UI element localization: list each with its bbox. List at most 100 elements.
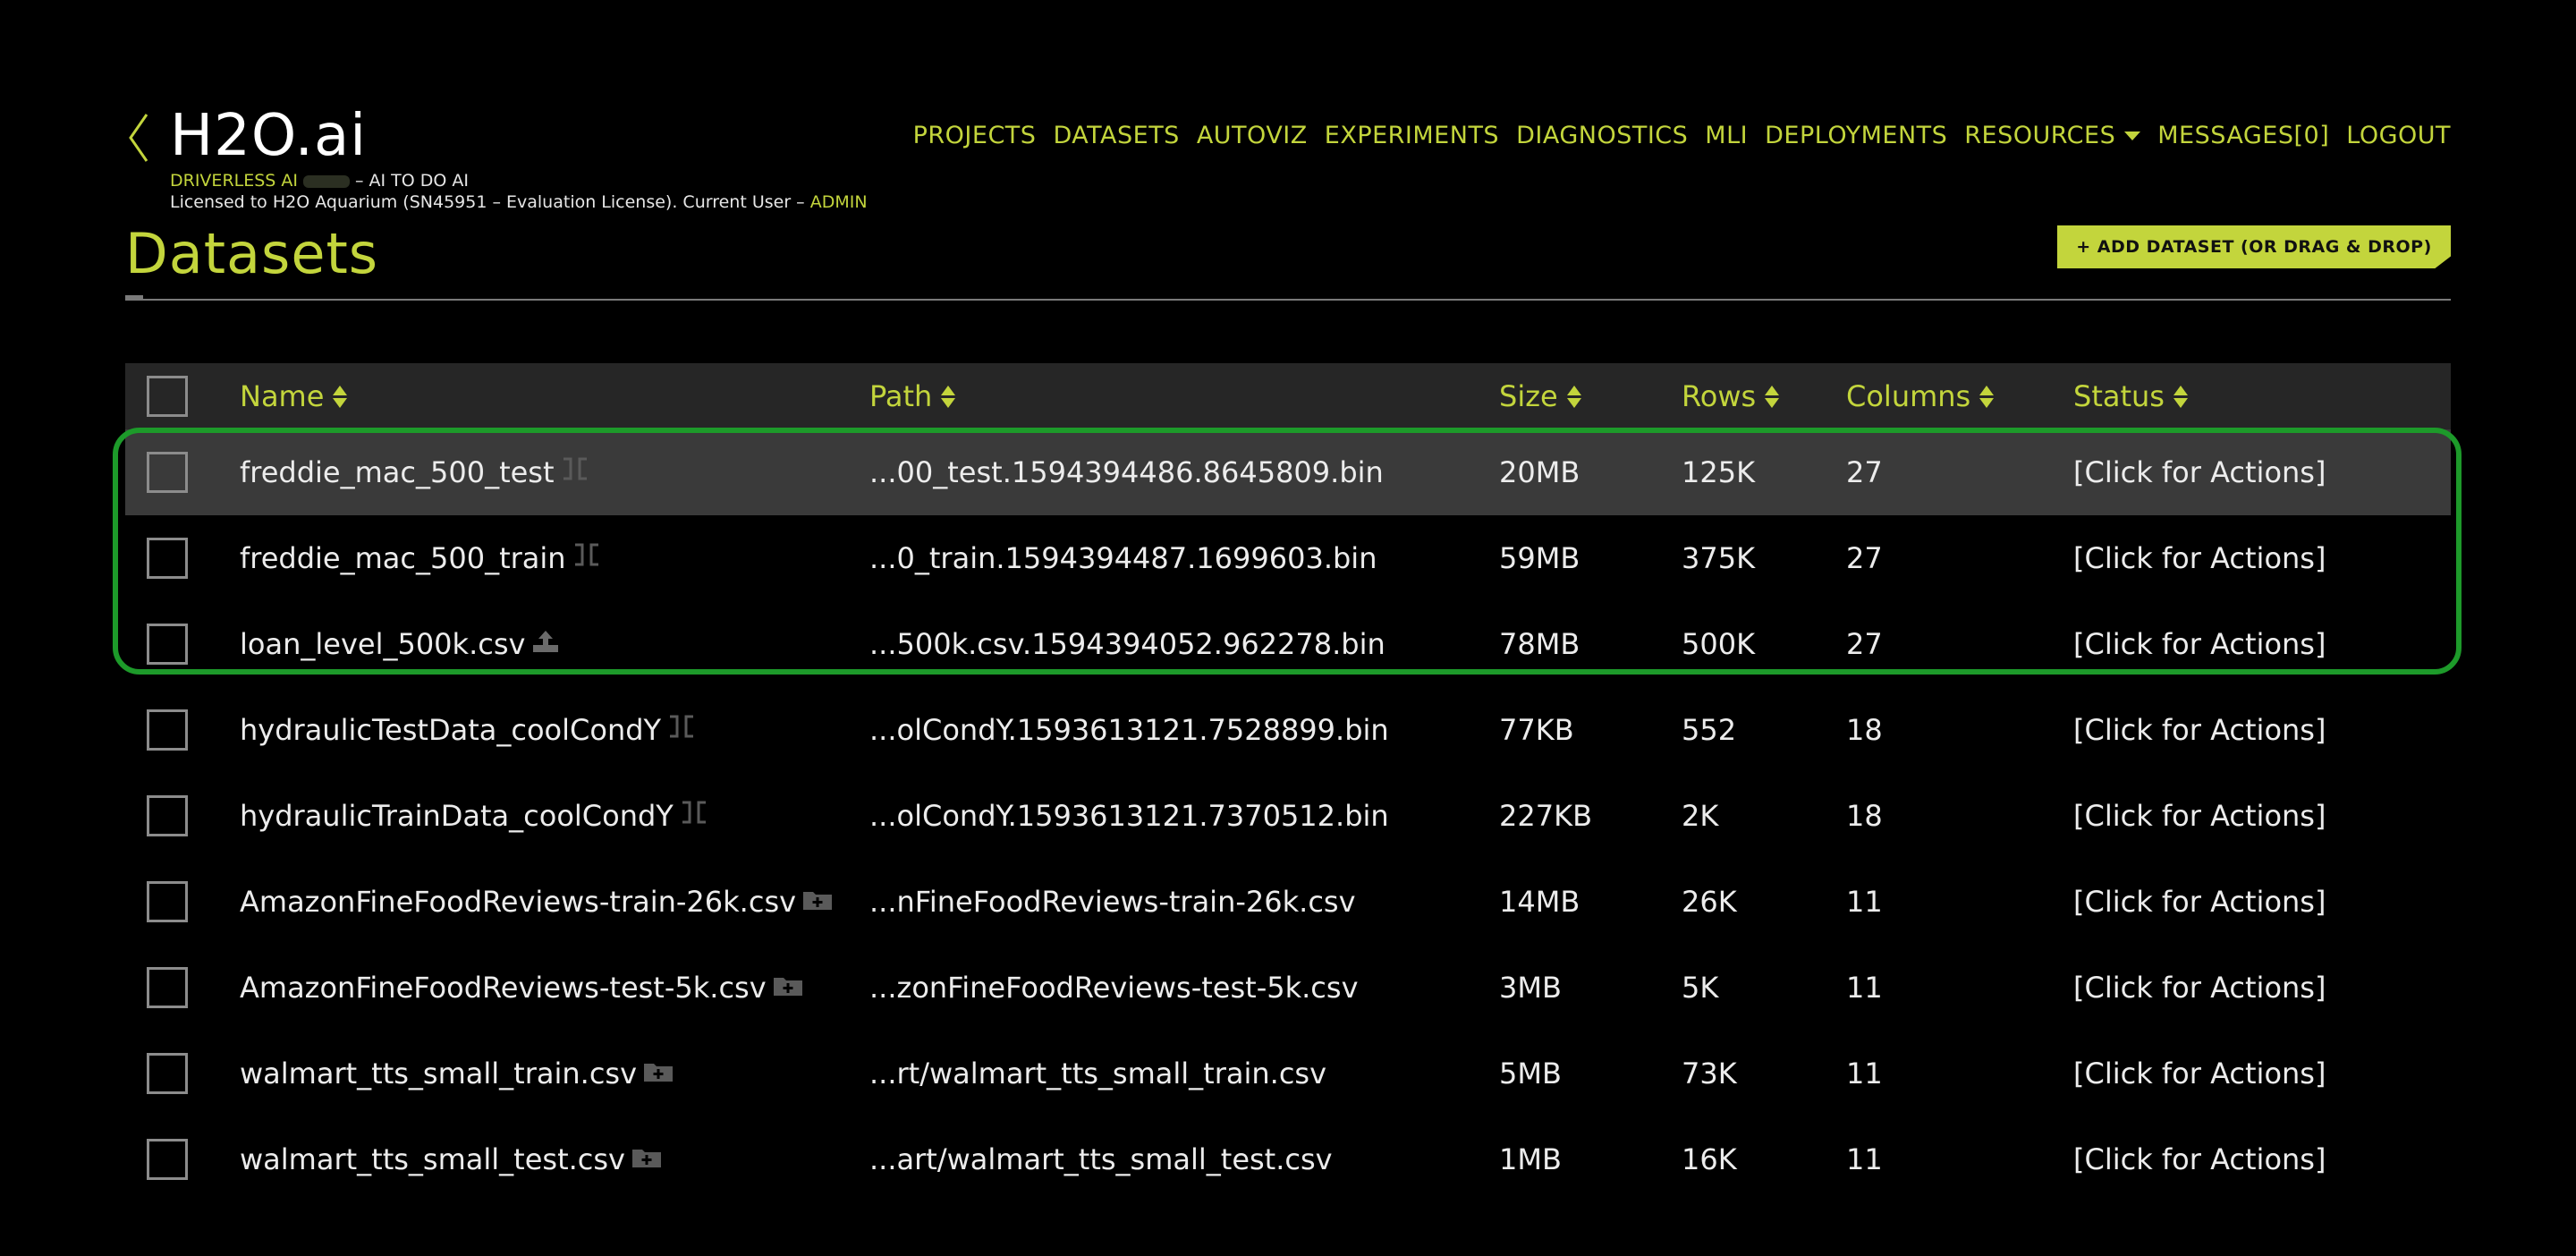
dataset-size: 227KB	[1499, 799, 1593, 833]
dataset-size: 5MB	[1499, 1057, 1562, 1091]
row-select-cell	[147, 1031, 188, 1116]
dataset-name[interactable]: freddie_mac_500_test	[240, 455, 555, 489]
nav-autoviz[interactable]: AUTOVIZ	[1197, 122, 1308, 149]
dataset-rows: 500K	[1682, 627, 1756, 661]
header-rows-label: Rows	[1682, 379, 1757, 413]
nav-datasets[interactable]: DATASETS	[1053, 122, 1179, 149]
dataset-actions-link[interactable]: [Click for Actions]	[2073, 945, 2326, 1031]
dataset-actions-link[interactable]: [Click for Actions]	[2073, 687, 2326, 773]
dataset-rows: 73K	[1682, 1057, 1737, 1091]
dataset-name[interactable]: hydraulicTrainData_coolCondY	[240, 799, 674, 833]
add-dataset-button[interactable]: + ADD DATASET (OR DRAG & DROP)	[2057, 225, 2451, 268]
dataset-name[interactable]: hydraulicTestData_coolCondY	[240, 713, 661, 747]
row-checkbox[interactable]	[147, 709, 188, 751]
table-body: freddie_mac_500_test ...00_test.159439448…	[125, 429, 2451, 1202]
row-checkbox[interactable]	[147, 1139, 188, 1180]
dataset-name[interactable]: freddie_mac_500_train	[240, 541, 566, 575]
split-icon	[666, 713, 697, 747]
dataset-columns: 11	[1846, 1142, 1883, 1176]
current-user: ADMIN	[809, 192, 868, 212]
table-row[interactable]: hydraulicTrainData_coolCondY ...olCondY.1…	[125, 773, 2451, 859]
table-row[interactable]: freddie_mac_500_train ...0_train.15943944…	[125, 515, 2451, 601]
row-checkbox[interactable]	[147, 795, 188, 836]
datasets-table: Name Path Size Rows Columns Status fredd…	[125, 363, 2451, 1202]
dataset-columns: 27	[1846, 455, 1883, 489]
header-columns-label: Columns	[1846, 379, 1971, 413]
row-select-cell	[147, 945, 188, 1031]
dataset-rows: 16K	[1682, 1142, 1737, 1176]
product-line: DRIVERLESS AI – AI TO DO AI	[170, 170, 469, 191]
dataset-actions-link[interactable]: [Click for Actions]	[2073, 429, 2326, 515]
dataset-columns: 18	[1846, 713, 1883, 747]
nav-mli[interactable]: MLI	[1705, 122, 1748, 149]
dataset-path: ...500k.csv.1594394052.962278.bin	[869, 627, 1385, 661]
dataset-path: ...0_train.1594394487.1699603.bin	[869, 541, 1377, 575]
split-icon	[560, 455, 590, 489]
row-select-cell	[147, 687, 188, 773]
dataset-rows: 552	[1682, 713, 1737, 747]
row-checkbox[interactable]	[147, 967, 188, 1008]
license-text: Licensed to H2O Aquarium (SN45951 – Eval…	[170, 192, 805, 212]
header-status[interactable]: Status	[2073, 363, 2188, 429]
table-row[interactable]: freddie_mac_500_test ...00_test.159439448…	[125, 429, 2451, 515]
caret-down-icon	[2124, 131, 2141, 140]
dataset-name[interactable]: AmazonFineFoodReviews-train-26k.csv	[240, 885, 796, 919]
dataset-size: 59MB	[1499, 541, 1580, 575]
dataset-rows: 125K	[1682, 455, 1756, 489]
table-row[interactable]: loan_level_500k.csv ...500k.csv.159439405…	[125, 601, 2451, 687]
sort-icon	[333, 385, 348, 408]
dataset-actions-link[interactable]: [Click for Actions]	[2073, 1116, 2326, 1202]
table-row[interactable]: walmart_tts_small_train.csv ...rt/walmart…	[125, 1031, 2451, 1116]
dataset-size: 77KB	[1499, 713, 1574, 747]
dataset-actions-link[interactable]: [Click for Actions]	[2073, 515, 2326, 601]
split-icon	[679, 799, 709, 833]
dataset-rows: 5K	[1682, 971, 1719, 1005]
dataset-rows: 2K	[1682, 799, 1719, 833]
dataset-name[interactable]: walmart_tts_small_test.csv	[240, 1142, 625, 1176]
dataset-name[interactable]: walmart_tts_small_train.csv	[240, 1057, 637, 1091]
nav-messages[interactable]: MESSAGES[0]	[2157, 122, 2329, 149]
dataset-size: 78MB	[1499, 627, 1580, 661]
folder-icon	[631, 1142, 663, 1176]
header-rows[interactable]: Rows	[1682, 363, 1780, 429]
header-columns[interactable]: Columns	[1846, 363, 1995, 429]
folder-icon	[642, 1057, 674, 1091]
nav-logout[interactable]: LOGOUT	[2346, 122, 2451, 149]
title-divider	[125, 299, 2451, 301]
dataset-name[interactable]: loan_level_500k.csv	[240, 627, 525, 661]
dataset-actions-link[interactable]: [Click for Actions]	[2073, 601, 2326, 687]
select-all-checkbox[interactable]	[147, 376, 188, 417]
nav-resources[interactable]: RESOURCES	[1964, 122, 2141, 149]
nav-projects[interactable]: PROJECTS	[913, 122, 1037, 149]
header-path[interactable]: Path	[869, 363, 956, 429]
table-row[interactable]: walmart_tts_small_test.csv ...art/walmart…	[125, 1116, 2451, 1202]
row-checkbox[interactable]	[147, 881, 188, 922]
table-row[interactable]: AmazonFineFoodReviews-train-26k.csv ...nF…	[125, 859, 2451, 945]
back-chevron-icon[interactable]	[125, 111, 152, 165]
table-row[interactable]: AmazonFineFoodReviews-test-5k.csv ...zonF…	[125, 945, 2451, 1031]
product-name: DRIVERLESS AI	[170, 171, 298, 191]
dataset-actions-link[interactable]: [Click for Actions]	[2073, 1031, 2326, 1116]
dataset-actions-link[interactable]: [Click for Actions]	[2073, 859, 2326, 945]
header-name[interactable]: Name	[240, 363, 348, 429]
dataset-path: ...nFineFoodReviews-train-26k.csv	[869, 885, 1356, 919]
row-checkbox[interactable]	[147, 538, 188, 579]
sort-icon	[1765, 385, 1780, 408]
dataset-actions-link[interactable]: [Click for Actions]	[2073, 773, 2326, 859]
table-row[interactable]: hydraulicTestData_coolCondY ...olCondY.15…	[125, 687, 2451, 773]
row-checkbox[interactable]	[147, 624, 188, 665]
nav-deployments[interactable]: DEPLOYMENTS	[1765, 122, 1947, 149]
sort-icon	[941, 385, 956, 408]
row-checkbox[interactable]	[147, 452, 188, 493]
row-select-cell	[147, 1116, 188, 1202]
folder-icon	[772, 971, 804, 1005]
nav-experiments[interactable]: EXPERIMENTS	[1325, 122, 1499, 149]
brand-logo[interactable]: H2O.ai	[170, 102, 367, 170]
dataset-name[interactable]: AmazonFineFoodReviews-test-5k.csv	[240, 971, 767, 1005]
header-size[interactable]: Size	[1499, 363, 1581, 429]
license-line: Licensed to H2O Aquarium (SN45951 – Eval…	[170, 191, 868, 213]
row-select-cell	[147, 601, 188, 687]
row-checkbox[interactable]	[147, 1053, 188, 1094]
dataset-size: 20MB	[1499, 455, 1580, 489]
nav-diagnostics[interactable]: DIAGNOSTICS	[1516, 122, 1688, 149]
